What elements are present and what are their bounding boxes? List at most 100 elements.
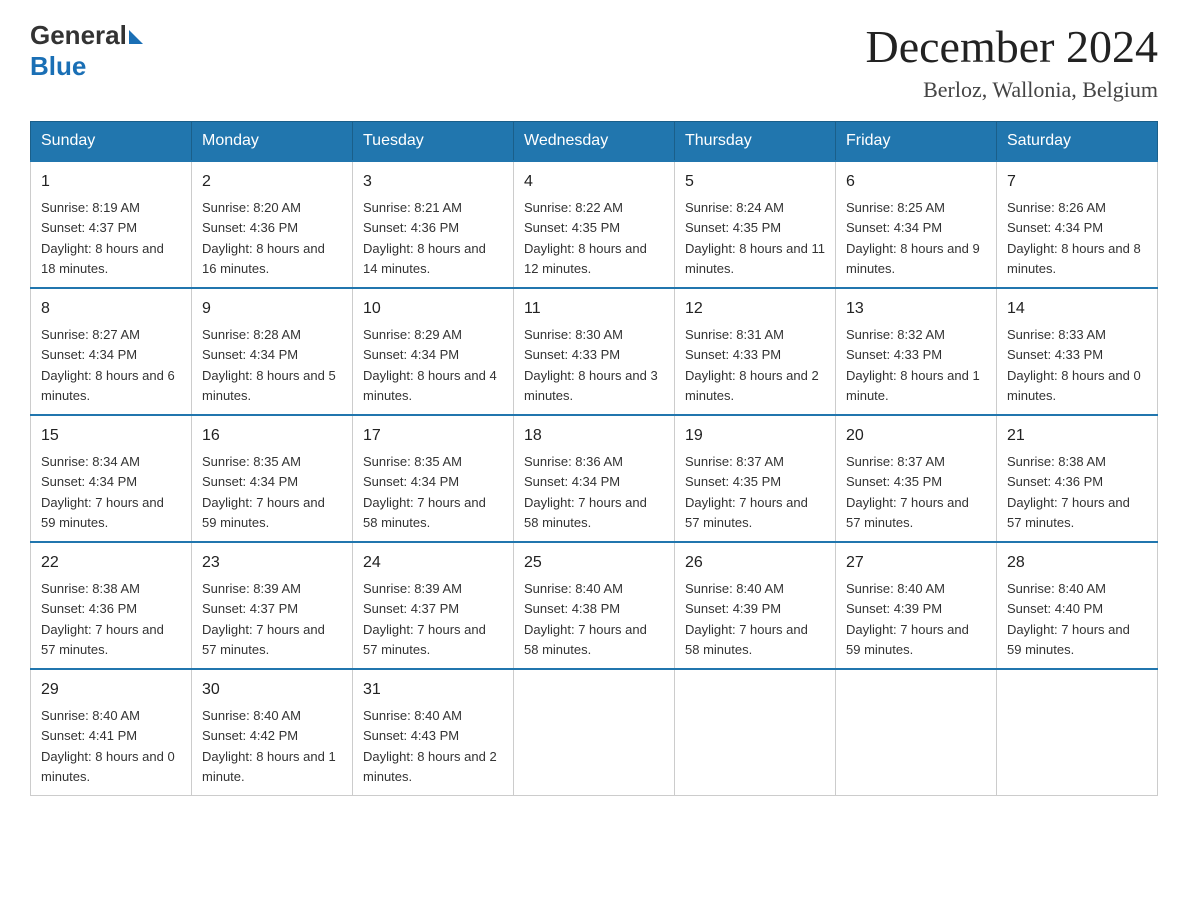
day-number: 23 <box>202 551 342 575</box>
day-info: Sunrise: 8:38 AMSunset: 4:36 PMDaylight:… <box>41 581 164 657</box>
day-number: 11 <box>524 297 664 321</box>
calendar-cell: 2 Sunrise: 8:20 AMSunset: 4:36 PMDaylight… <box>192 161 353 288</box>
calendar-cell: 3 Sunrise: 8:21 AMSunset: 4:36 PMDaylight… <box>353 161 514 288</box>
logo-triangle-icon <box>129 30 143 44</box>
col-header-wednesday: Wednesday <box>514 122 675 162</box>
day-info: Sunrise: 8:25 AMSunset: 4:34 PMDaylight:… <box>846 200 980 276</box>
calendar-week-row: 15Sunrise: 8:34 AMSunset: 4:34 PMDayligh… <box>31 415 1158 542</box>
page-header: General Blue December 2024 Berloz, Wallo… <box>30 20 1158 103</box>
col-header-monday: Monday <box>192 122 353 162</box>
day-info: Sunrise: 8:35 AMSunset: 4:34 PMDaylight:… <box>202 454 325 530</box>
calendar-cell: 5 Sunrise: 8:24 AMSunset: 4:35 PMDaylight… <box>675 161 836 288</box>
calendar-cell: 17 Sunrise: 8:35 AMSunset: 4:34 PMDayligh… <box>353 415 514 542</box>
calendar-week-row: 22Sunrise: 8:38 AMSunset: 4:36 PMDayligh… <box>31 542 1158 669</box>
calendar-cell: 29 Sunrise: 8:40 AMSunset: 4:41 PMDayligh… <box>31 669 192 796</box>
day-info: Sunrise: 8:40 AMSunset: 4:40 PMDaylight:… <box>1007 581 1130 657</box>
day-info: Sunrise: 8:27 AMSunset: 4:34 PMDaylight:… <box>41 327 175 403</box>
day-info: Sunrise: 8:40 AMSunset: 4:39 PMDaylight:… <box>846 581 969 657</box>
day-number: 16 <box>202 424 342 448</box>
calendar-week-row: 8 Sunrise: 8:27 AMSunset: 4:34 PMDaylight… <box>31 288 1158 415</box>
day-number: 26 <box>685 551 825 575</box>
calendar-header-row: SundayMondayTuesdayWednesdayThursdayFrid… <box>31 122 1158 162</box>
calendar-cell: 11 Sunrise: 8:30 AMSunset: 4:33 PMDayligh… <box>514 288 675 415</box>
day-number: 21 <box>1007 424 1147 448</box>
day-info: Sunrise: 8:35 AMSunset: 4:34 PMDaylight:… <box>363 454 486 530</box>
day-number: 29 <box>41 678 181 702</box>
calendar-cell <box>997 669 1158 796</box>
col-header-thursday: Thursday <box>675 122 836 162</box>
calendar-cell: 18 Sunrise: 8:36 AMSunset: 4:34 PMDayligh… <box>514 415 675 542</box>
calendar-cell: 28Sunrise: 8:40 AMSunset: 4:40 PMDayligh… <box>997 542 1158 669</box>
day-number: 30 <box>202 678 342 702</box>
day-info: Sunrise: 8:19 AMSunset: 4:37 PMDaylight:… <box>41 200 164 276</box>
calendar-cell: 30 Sunrise: 8:40 AMSunset: 4:42 PMDayligh… <box>192 669 353 796</box>
day-number: 24 <box>363 551 503 575</box>
col-header-sunday: Sunday <box>31 122 192 162</box>
day-number: 31 <box>363 678 503 702</box>
col-header-saturday: Saturday <box>997 122 1158 162</box>
calendar-cell: 25 Sunrise: 8:40 AMSunset: 4:38 PMDayligh… <box>514 542 675 669</box>
day-number: 9 <box>202 297 342 321</box>
calendar-cell: 7 Sunrise: 8:26 AMSunset: 4:34 PMDaylight… <box>997 161 1158 288</box>
col-header-tuesday: Tuesday <box>353 122 514 162</box>
day-info: Sunrise: 8:40 AMSunset: 4:38 PMDaylight:… <box>524 581 647 657</box>
day-number: 25 <box>524 551 664 575</box>
calendar-cell <box>836 669 997 796</box>
day-info: Sunrise: 8:21 AMSunset: 4:36 PMDaylight:… <box>363 200 486 276</box>
day-info: Sunrise: 8:24 AMSunset: 4:35 PMDaylight:… <box>685 200 825 276</box>
calendar-cell: 15Sunrise: 8:34 AMSunset: 4:34 PMDayligh… <box>31 415 192 542</box>
day-number: 17 <box>363 424 503 448</box>
day-info: Sunrise: 8:39 AMSunset: 4:37 PMDaylight:… <box>202 581 325 657</box>
day-info: Sunrise: 8:40 AMSunset: 4:43 PMDaylight:… <box>363 708 497 784</box>
day-info: Sunrise: 8:33 AMSunset: 4:33 PMDaylight:… <box>1007 327 1141 403</box>
day-number: 8 <box>41 297 181 321</box>
col-header-friday: Friday <box>836 122 997 162</box>
day-number: 4 <box>524 170 664 194</box>
day-number: 7 <box>1007 170 1147 194</box>
day-info: Sunrise: 8:37 AMSunset: 4:35 PMDaylight:… <box>685 454 808 530</box>
day-number: 2 <box>202 170 342 194</box>
calendar-cell: 10Sunrise: 8:29 AMSunset: 4:34 PMDayligh… <box>353 288 514 415</box>
title-section: December 2024 Berloz, Wallonia, Belgium <box>866 20 1159 103</box>
calendar-cell: 1Sunrise: 8:19 AMSunset: 4:37 PMDaylight… <box>31 161 192 288</box>
location-title: Berloz, Wallonia, Belgium <box>866 77 1159 103</box>
logo-blue-text: Blue <box>30 51 143 82</box>
day-info: Sunrise: 8:40 AMSunset: 4:39 PMDaylight:… <box>685 581 808 657</box>
calendar-cell: 31 Sunrise: 8:40 AMSunset: 4:43 PMDayligh… <box>353 669 514 796</box>
calendar-cell: 8 Sunrise: 8:27 AMSunset: 4:34 PMDaylight… <box>31 288 192 415</box>
calendar-week-row: 1Sunrise: 8:19 AMSunset: 4:37 PMDaylight… <box>31 161 1158 288</box>
calendar-cell: 21Sunrise: 8:38 AMSunset: 4:36 PMDayligh… <box>997 415 1158 542</box>
day-info: Sunrise: 8:28 AMSunset: 4:34 PMDaylight:… <box>202 327 336 403</box>
calendar-cell: 20 Sunrise: 8:37 AMSunset: 4:35 PMDayligh… <box>836 415 997 542</box>
day-number: 19 <box>685 424 825 448</box>
day-info: Sunrise: 8:26 AMSunset: 4:34 PMDaylight:… <box>1007 200 1141 276</box>
day-info: Sunrise: 8:32 AMSunset: 4:33 PMDaylight:… <box>846 327 980 403</box>
day-number: 6 <box>846 170 986 194</box>
day-number: 5 <box>685 170 825 194</box>
logo-general-text: General <box>30 20 127 51</box>
day-number: 18 <box>524 424 664 448</box>
day-number: 20 <box>846 424 986 448</box>
day-info: Sunrise: 8:37 AMSunset: 4:35 PMDaylight:… <box>846 454 969 530</box>
day-number: 15 <box>41 424 181 448</box>
day-info: Sunrise: 8:20 AMSunset: 4:36 PMDaylight:… <box>202 200 325 276</box>
day-info: Sunrise: 8:36 AMSunset: 4:34 PMDaylight:… <box>524 454 647 530</box>
calendar-cell: 14 Sunrise: 8:33 AMSunset: 4:33 PMDayligh… <box>997 288 1158 415</box>
calendar-cell <box>675 669 836 796</box>
calendar-cell: 12Sunrise: 8:31 AMSunset: 4:33 PMDayligh… <box>675 288 836 415</box>
day-info: Sunrise: 8:22 AMSunset: 4:35 PMDaylight:… <box>524 200 647 276</box>
day-number: 14 <box>1007 297 1147 321</box>
calendar-cell: 9 Sunrise: 8:28 AMSunset: 4:34 PMDaylight… <box>192 288 353 415</box>
calendar-cell: 27 Sunrise: 8:40 AMSunset: 4:39 PMDayligh… <box>836 542 997 669</box>
calendar-cell: 22Sunrise: 8:38 AMSunset: 4:36 PMDayligh… <box>31 542 192 669</box>
day-info: Sunrise: 8:29 AMSunset: 4:34 PMDaylight:… <box>363 327 497 403</box>
calendar-cell: 6 Sunrise: 8:25 AMSunset: 4:34 PMDaylight… <box>836 161 997 288</box>
day-info: Sunrise: 8:30 AMSunset: 4:33 PMDaylight:… <box>524 327 658 403</box>
day-info: Sunrise: 8:39 AMSunset: 4:37 PMDaylight:… <box>363 581 486 657</box>
calendar-cell: 26 Sunrise: 8:40 AMSunset: 4:39 PMDayligh… <box>675 542 836 669</box>
day-number: 27 <box>846 551 986 575</box>
day-info: Sunrise: 8:40 AMSunset: 4:41 PMDaylight:… <box>41 708 175 784</box>
day-number: 3 <box>363 170 503 194</box>
calendar-table: SundayMondayTuesdayWednesdayThursdayFrid… <box>30 121 1158 796</box>
day-info: Sunrise: 8:40 AMSunset: 4:42 PMDaylight:… <box>202 708 336 784</box>
